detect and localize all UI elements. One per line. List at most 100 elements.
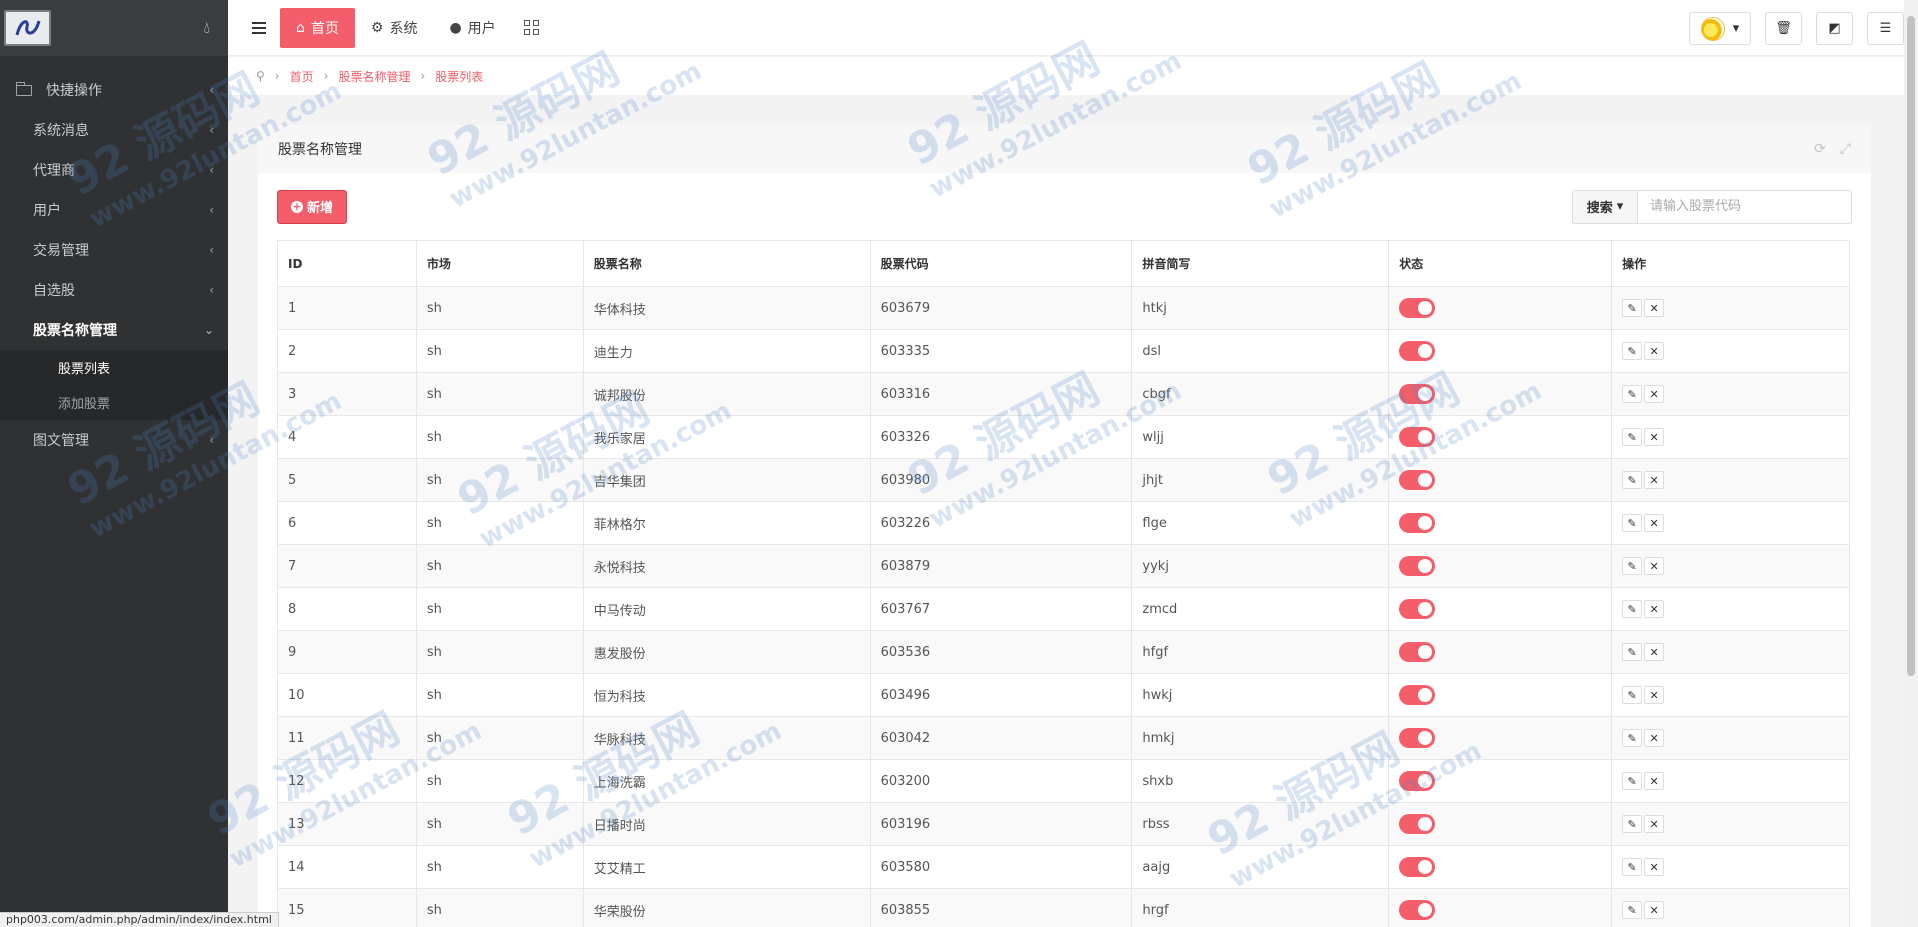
- sidebar-item-users[interactable]: 用户 ‹: [0, 190, 228, 230]
- delete-x-icon[interactable]: ✕: [1644, 514, 1665, 532]
- delete-x-icon[interactable]: ✕: [1644, 686, 1665, 704]
- edit-pencil-icon[interactable]: ✎: [1622, 428, 1643, 446]
- search-dropdown-button[interactable]: 搜索 ▾: [1572, 189, 1638, 224]
- page-scrollbar[interactable]: [1904, 0, 1918, 927]
- status-toggle[interactable]: [1399, 900, 1436, 920]
- delete-x-icon[interactable]: ✕: [1644, 858, 1665, 876]
- status-toggle[interactable]: [1399, 642, 1436, 662]
- column-header-market[interactable]: 市场: [415, 240, 584, 287]
- sidebar-subitem-stock-list[interactable]: 股票列表: [0, 350, 228, 385]
- add-button[interactable]: + 新增: [277, 189, 347, 224]
- sidebar-subitem-add-stock[interactable]: 添加股票: [0, 385, 228, 420]
- edit-pencil-icon[interactable]: ✎: [1622, 471, 1643, 489]
- menu-toggle-icon[interactable]: [252, 21, 266, 34]
- status-toggle[interactable]: [1399, 470, 1436, 490]
- edit-pencil-icon[interactable]: ✎: [1622, 772, 1643, 790]
- column-header-name[interactable]: 股票名称: [582, 240, 871, 287]
- edit-pencil-icon[interactable]: ✎: [1622, 858, 1643, 876]
- delete-x-icon[interactable]: ✕: [1644, 342, 1665, 360]
- breadcrumb-section[interactable]: 股票名称管理: [338, 68, 410, 85]
- cell-market: sh: [415, 888, 584, 927]
- status-toggle[interactable]: [1399, 857, 1436, 877]
- breadcrumb-separator: ›: [323, 69, 329, 83]
- edit-pencil-icon[interactable]: ✎: [1622, 643, 1643, 661]
- status-toggle[interactable]: [1399, 513, 1436, 533]
- cell-id: 9: [277, 630, 417, 674]
- status-toggle[interactable]: [1399, 599, 1436, 619]
- theme-drop-icon[interactable]: 💧︎: [204, 18, 210, 38]
- edit-pencil-icon[interactable]: ✎: [1622, 385, 1643, 403]
- delete-x-icon[interactable]: ✕: [1644, 901, 1665, 919]
- edit-pencil-icon[interactable]: ✎: [1622, 729, 1643, 747]
- sidebar-item-watchlist[interactable]: 自选股 ‹: [0, 270, 228, 310]
- delete-x-icon[interactable]: ✕: [1644, 600, 1665, 618]
- status-toggle[interactable]: [1399, 728, 1436, 748]
- cell-status: [1388, 501, 1613, 545]
- delete-x-icon[interactable]: ✕: [1644, 729, 1665, 747]
- sidebar-item-quick[interactable]: 快捷操作 ‹: [0, 70, 228, 110]
- cell-market: sh: [415, 501, 584, 545]
- delete-x-icon[interactable]: ✕: [1644, 643, 1665, 661]
- sidebar-item-label: 图文管理: [33, 433, 89, 449]
- refresh-icon[interactable]: ⟳: [1814, 141, 1826, 157]
- cell-id: 15: [277, 888, 417, 927]
- delete-x-icon[interactable]: ✕: [1644, 815, 1665, 833]
- delete-x-icon[interactable]: ✕: [1644, 299, 1665, 317]
- status-toggle[interactable]: [1399, 427, 1436, 447]
- edit-pencil-icon[interactable]: ✎: [1622, 514, 1643, 532]
- delete-x-icon[interactable]: ✕: [1644, 471, 1665, 489]
- cell-status: [1388, 845, 1613, 889]
- breadcrumb-current[interactable]: 股票列表: [435, 68, 483, 85]
- status-toggle[interactable]: [1399, 556, 1436, 576]
- table-row: 13 sh 日播时尚 603196 rbss ✎ ✕: [277, 802, 1850, 846]
- edit-pencil-icon[interactable]: ✎: [1622, 600, 1643, 618]
- edit-pencil-icon[interactable]: ✎: [1622, 557, 1643, 575]
- theme-dropdown-button[interactable]: ▾: [1689, 12, 1751, 45]
- search-input[interactable]: [1638, 189, 1852, 224]
- sidebar-item-messages[interactable]: 系统消息 ‹: [0, 110, 228, 150]
- status-toggle[interactable]: [1399, 298, 1436, 318]
- maximize-icon[interactable]: ⤢: [1840, 141, 1851, 157]
- apps-grid-icon[interactable]: [523, 20, 539, 35]
- column-header-id[interactable]: ID: [277, 240, 417, 287]
- edit-pencil-icon[interactable]: ✎: [1622, 686, 1643, 704]
- status-toggle[interactable]: [1399, 384, 1436, 404]
- delete-x-icon[interactable]: ✕: [1644, 385, 1665, 403]
- cell-status: [1388, 888, 1613, 927]
- sidebar-item-articles[interactable]: 图文管理 ‹: [0, 420, 228, 460]
- edit-pencil-icon[interactable]: ✎: [1622, 901, 1643, 919]
- breadcrumb-home[interactable]: 首页: [290, 68, 314, 85]
- cell-stock-code: 603879: [869, 544, 1133, 588]
- status-toggle[interactable]: [1399, 771, 1436, 791]
- cell-actions: ✎ ✕: [1611, 415, 1850, 459]
- edit-pencil-icon[interactable]: ✎: [1622, 815, 1643, 833]
- sidebar-item-trading[interactable]: 交易管理 ‹: [0, 230, 228, 270]
- delete-x-icon[interactable]: ✕: [1644, 428, 1665, 446]
- cell-pinyin: aajg: [1131, 845, 1390, 889]
- tab-system[interactable]: ⚙ 系统: [355, 8, 434, 48]
- tab-home[interactable]: ⌂ 首页: [280, 7, 355, 48]
- table-row: 9 sh 惠发股份 603536 hfgf ✎ ✕: [277, 630, 1850, 674]
- scrollbar-thumb[interactable]: [1907, 16, 1915, 676]
- column-header-pinyin[interactable]: 拼音简写: [1131, 240, 1390, 287]
- edit-pencil-icon[interactable]: ✎: [1622, 299, 1643, 317]
- status-toggle[interactable]: [1399, 685, 1436, 705]
- status-toggle[interactable]: [1399, 341, 1436, 361]
- sidebar-item-agents[interactable]: 代理商 ‹: [0, 150, 228, 190]
- clear-cache-button[interactable]: 🗑︎: [1765, 12, 1802, 45]
- status-toggle[interactable]: [1399, 814, 1436, 834]
- sidebar-item-stock-names[interactable]: 股票名称管理 ⌄: [0, 310, 228, 350]
- logo[interactable]: [4, 10, 51, 46]
- delete-x-icon[interactable]: ✕: [1644, 772, 1665, 790]
- home-icon: ⌂: [296, 19, 305, 36]
- settings-panel-button[interactable]: ☰: [1867, 12, 1904, 45]
- edit-pencil-icon[interactable]: ✎: [1622, 342, 1643, 360]
- column-header-code[interactable]: 股票代码: [869, 240, 1133, 287]
- cell-stock-code: 603326: [869, 415, 1133, 459]
- delete-x-icon[interactable]: ✕: [1644, 557, 1665, 575]
- cell-market: sh: [415, 544, 584, 588]
- cell-actions: ✎ ✕: [1611, 888, 1850, 927]
- fullscreen-button[interactable]: ◩: [1816, 12, 1853, 45]
- search-button-label: 搜索: [1586, 201, 1613, 216]
- tab-user[interactable]: ● 用户: [433, 8, 511, 48]
